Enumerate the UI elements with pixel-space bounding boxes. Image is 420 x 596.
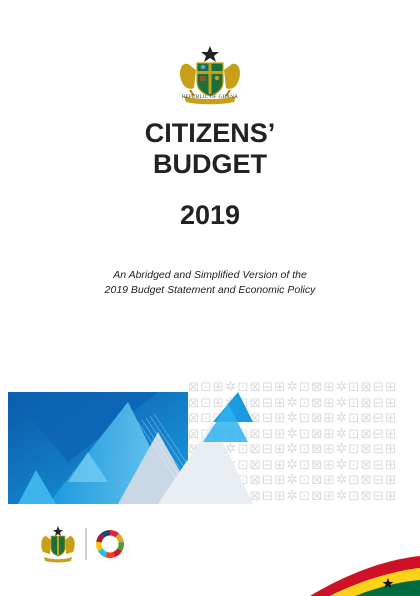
- crest-caption: REPUBLIC OF GHANA: [181, 95, 239, 100]
- sdg-wheel-icon: [96, 530, 124, 559]
- document-year: 2019: [179, 200, 241, 230]
- ghana-flag-swoosh: [310, 556, 420, 596]
- title-line-1: CITIZENS’: [144, 118, 276, 148]
- title-line-2: BUDGET: [153, 149, 267, 179]
- footer-crest-icon: [41, 526, 75, 563]
- document-subtitle: An Abridged and Simplified Version of th…: [0, 268, 420, 298]
- geometric-triangles-art: [8, 392, 253, 504]
- subtitle-line-2: 2019 Budget Statement and Economic Polic…: [104, 284, 316, 296]
- document-title: CITIZENS’ BUDGET: [0, 118, 420, 180]
- subtitle-line-1: An Abridged and Simplified Version of th…: [113, 269, 307, 281]
- footer-logos: [41, 526, 124, 563]
